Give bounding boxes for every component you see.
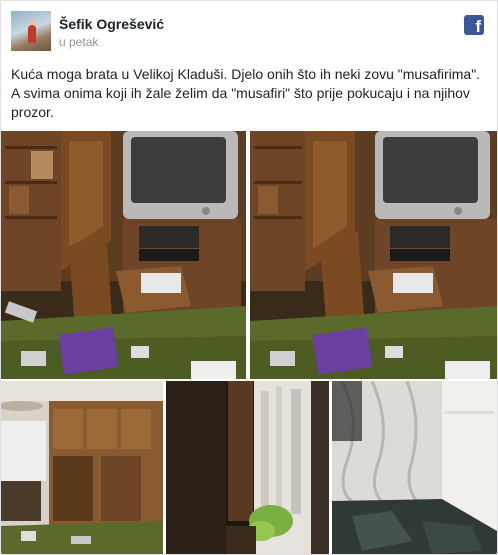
post-photo-1[interactable] <box>1 131 246 379</box>
facebook-logo-letter: f <box>475 17 481 35</box>
facebook-post-card: Šefik Ogrešević u petak f Kuća moga brat… <box>0 0 498 555</box>
post-photo-4[interactable] <box>166 381 329 554</box>
author-name[interactable]: Šefik Ogrešević <box>59 16 164 32</box>
photo-4-image <box>166 381 329 554</box>
post-body-text: Kuća moga brata u Velikoj Kladuši. Djelo… <box>11 66 481 120</box>
post-photo-2[interactable] <box>250 131 497 379</box>
post-photo-5[interactable] <box>332 381 497 554</box>
post-photo-3[interactable] <box>1 381 163 554</box>
facebook-icon: f <box>464 15 484 35</box>
post-timestamp[interactable]: u petak <box>59 35 98 49</box>
photo-2-image <box>250 131 497 379</box>
author-avatar[interactable] <box>11 11 51 51</box>
photo-3-image <box>1 381 163 554</box>
avatar-person-body <box>28 25 36 43</box>
photo-1-image <box>1 131 246 379</box>
photo-5-image <box>332 381 497 554</box>
